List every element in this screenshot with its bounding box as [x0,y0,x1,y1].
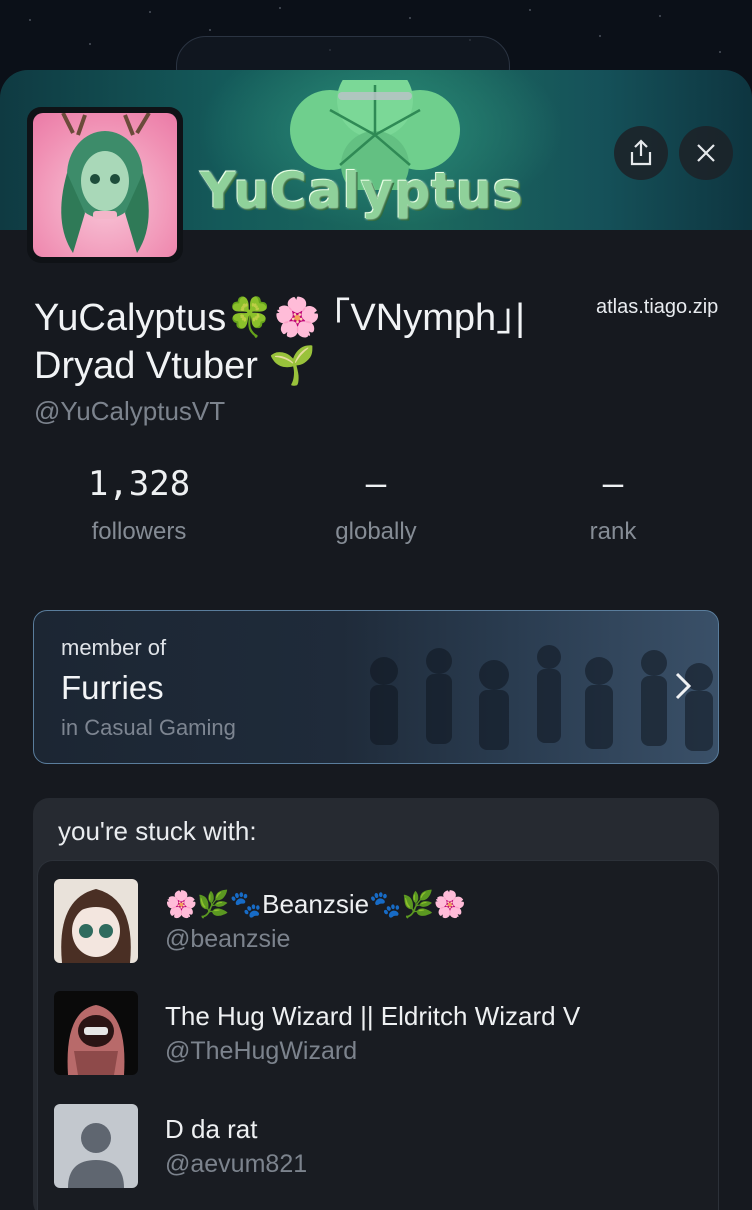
member-of-label: member of [61,635,167,660]
display-name: YuCalyptus🍀🌸 ｢VNymph｣| Dryad Vtuber 🌱 [34,294,634,390]
close-icon [697,144,715,162]
default-avatar-icon [68,1123,124,1188]
stat-label: followers [91,518,187,545]
list-item[interactable]: D da rat @aevum821 [54,1104,704,1194]
user-display-name: D da rat [165,1114,258,1144]
user-handle: @TheHugWizard [165,1037,358,1065]
display-name-line-1: YuCalyptus🍀🌸 ｢VNymph｣| [34,297,525,339]
avatar-illustration [61,113,151,253]
avatar [54,1104,138,1188]
watermark: atlas.tiago.zip [596,296,719,318]
community-category: in Casual Gaming [61,715,236,740]
avatar [54,991,138,1075]
community-name: Furries [61,669,164,706]
user-handle: @aevum821 [165,1150,308,1178]
profile-avatar [27,107,183,263]
stat-value: – [365,464,387,504]
user-display-name: 🌸🌿🐾Beanzsie🐾🌿🌸 [165,889,467,919]
close-button[interactable] [679,126,733,180]
stuck-with-section: you're stuck with: 🌸🌿🐾Beanzsie🐾🌿🌸 @beanz… [33,798,719,1210]
user-handle: @beanzsie [165,925,291,953]
stat-value: – [602,464,624,504]
stuck-with-list: 🌸🌿🐾Beanzsie🐾🌿🌸 @beanzsie The Hug Wizard … [37,860,719,1210]
stat-globally: – globally [266,464,486,546]
chevron-right-icon [675,672,692,700]
stat-label: globally [335,518,417,545]
stat-rank: – rank [503,464,723,546]
user-display-name: The Hug Wizard || Eldritch Wizard V [165,1001,581,1031]
stuck-with-title: you're stuck with: [58,816,257,846]
avatar [54,879,138,963]
stat-followers: 1,328 followers [29,464,249,546]
community-card[interactable]: member of Furries in Casual Gaming [33,610,719,764]
display-name-line-2: Dryad Vtuber 🌱 [34,345,316,387]
crowd-background-image [370,645,713,751]
list-item[interactable]: 🌸🌿🐾Beanzsie🐾🌿🌸 @beanzsie [54,879,704,969]
share-icon [630,139,652,166]
stat-value: 1,328 [87,464,191,504]
share-button[interactable] [614,126,668,180]
stat-label: rank [589,518,637,545]
list-item[interactable]: The Hug Wizard || Eldritch Wizard V @The… [54,991,704,1081]
profile-sheet: YuCalyptus YuCalyptus🍀🌸 ｢VNymph｣| Dryad … [0,70,752,1210]
drag-handle[interactable] [338,92,412,100]
profile-handle: @YuCalyptusVT [34,396,226,426]
banner-title: YuCalyptus [200,162,524,220]
